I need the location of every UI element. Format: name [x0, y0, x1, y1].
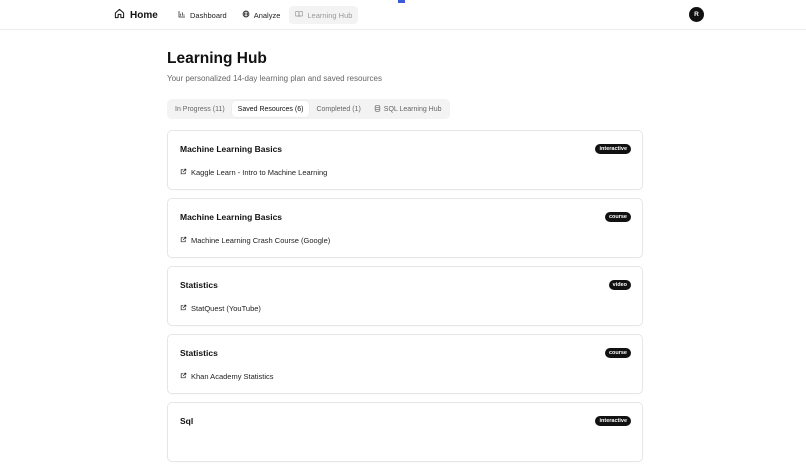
nav-dashboard-label: Dashboard [190, 10, 227, 20]
tab-sql-learning-hub[interactable]: SQL Learning Hub [368, 101, 448, 117]
database-icon [374, 104, 381, 114]
home-link[interactable]: Home [114, 7, 158, 23]
external-link-icon [180, 168, 187, 177]
main-nav: Dashboard Analyze Learning Hub [172, 6, 359, 24]
resource-topic: Statistics [180, 348, 218, 358]
external-link-icon [180, 304, 187, 313]
nav-analyze-label: Analyze [253, 10, 281, 20]
external-link-icon [180, 236, 187, 245]
nav-learning-hub-label: Learning Hub [307, 10, 353, 20]
top-navigation-bar: Home Dashboard Analyze Learning Hub R [0, 0, 806, 30]
resource-type-badge: interactive [595, 416, 631, 426]
resource-link[interactable]: Kaggle Learn - Intro to Machine Learning [180, 168, 327, 177]
resource-link-label: Machine Learning Crash Course (Google) [191, 236, 331, 245]
tab-in-progress[interactable]: In Progress (11) [169, 101, 231, 117]
resource-topic: Statistics [180, 280, 218, 290]
tab-saved-resources-label: Saved Resources (6) [237, 105, 304, 113]
home-label: Home [130, 9, 158, 21]
bar-chart-icon [178, 10, 186, 20]
tab-completed[interactable]: Completed (1) [310, 101, 366, 117]
resource-link[interactable]: Machine Learning Crash Course (Google) [180, 236, 330, 245]
tab-bar: In Progress (11) Saved Resources (6) Com… [167, 99, 450, 119]
resource-type-badge: course [604, 348, 631, 358]
resource-link-label: Khan Academy Statistics [191, 372, 274, 381]
page-title: Learning Hub [167, 50, 267, 67]
resource-card: Statistics video StatQuest (YouTube) [167, 266, 643, 326]
resource-topic: Machine Learning Basics [180, 212, 283, 222]
globe-icon [242, 10, 250, 20]
resource-link[interactable]: Khan Academy Statistics [180, 372, 274, 381]
resource-card: Machine Learning Basics course Machine L… [167, 198, 643, 258]
external-link-icon [180, 372, 187, 381]
resource-card: Statistics course Khan Academy Statistic… [167, 334, 643, 394]
tab-completed-label: Completed (1) [316, 105, 361, 113]
page-subtitle: Your personalized 14-day learning plan a… [167, 74, 382, 83]
home-icon [114, 8, 125, 22]
avatar[interactable]: R [689, 7, 704, 22]
resource-link[interactable]: StatQuest (YouTube) [180, 304, 261, 313]
resource-type-badge: course [604, 212, 631, 222]
nav-analyze[interactable]: Analyze [236, 6, 287, 24]
resource-topic: Machine Learning Basics [180, 144, 283, 154]
book-icon [295, 10, 304, 20]
top-accent-marker [398, 0, 405, 3]
nav-dashboard[interactable]: Dashboard [172, 6, 233, 24]
nav-learning-hub[interactable]: Learning Hub [289, 6, 359, 24]
resource-card: Sql interactive [167, 402, 643, 462]
tab-sql-learning-hub-label: SQL Learning Hub [383, 105, 442, 113]
resource-type-badge: video [608, 280, 631, 290]
resource-card: Machine Learning Basics interactive Kagg… [167, 130, 643, 190]
tab-saved-resources[interactable]: Saved Resources (6) [231, 101, 310, 117]
tab-in-progress-label: In Progress (11) [175, 105, 225, 113]
saved-resources-list: Machine Learning Basics interactive Kagg… [167, 130, 643, 470]
resource-link-label: Kaggle Learn - Intro to Machine Learning [191, 168, 328, 177]
resource-link-label: StatQuest (YouTube) [191, 304, 261, 313]
resource-topic: Sql [180, 416, 194, 426]
resource-type-badge: interactive [595, 144, 631, 154]
